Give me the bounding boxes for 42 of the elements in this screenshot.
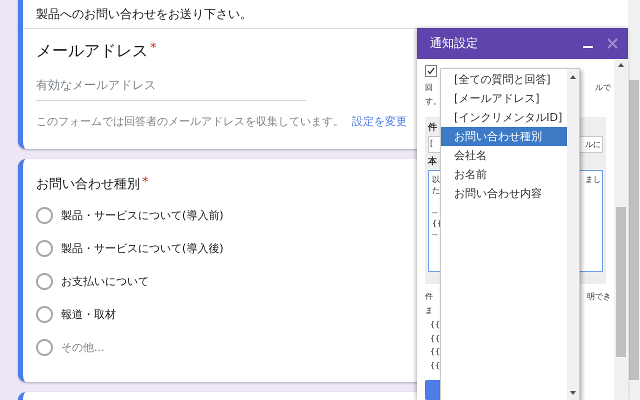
field-label: 件: [428, 122, 437, 134]
dropdown-item[interactable]: [全ての質問と回答]: [441, 70, 567, 89]
close-icon[interactable]: [607, 38, 618, 49]
required-mark: *: [142, 175, 148, 192]
placeholder-text: {{: [429, 360, 442, 372]
placeholder-text: {{: [429, 319, 442, 331]
dropdown-item[interactable]: お名前: [441, 165, 567, 184]
dropdown-item[interactable]: [インクリメンタルID]: [441, 108, 567, 127]
field-label: 本: [428, 155, 437, 168]
option-label: お支払いについて: [61, 274, 149, 289]
scrollbar[interactable]: [628, 0, 640, 400]
placeholder-text: {{: [429, 346, 442, 358]
question-title: メールアドレス: [36, 41, 148, 62]
option-label: その他...: [61, 340, 104, 355]
dropdown-item[interactable]: お問い合わせ種別: [441, 127, 567, 146]
option-label: 報道・取材: [61, 307, 116, 322]
text-fragment: 回: [425, 82, 433, 94]
radio-button[interactable]: [36, 207, 53, 224]
text-fragment: 件: [425, 291, 433, 303]
dropdown-item[interactable]: [メールアドレス]: [441, 89, 567, 108]
text-fragment: ま: [425, 305, 433, 317]
email-note: このフォームでは回答者のメールアドレスを収集しています。: [36, 114, 344, 129]
option-label: 製品・サービスについて(導入後): [61, 241, 224, 256]
text-fragment: 明でき: [587, 291, 611, 303]
text-fragment: す。: [425, 96, 441, 108]
scrollbar[interactable]: [567, 69, 579, 400]
checkbox[interactable]: [425, 65, 437, 77]
question-title: お問い合わせ種別: [36, 176, 140, 193]
radio-button[interactable]: [36, 240, 53, 257]
option-label: 製品・サービスについて(導入前): [61, 208, 224, 223]
dropdown-item[interactable]: お問い合わせ内容: [441, 184, 567, 203]
dropdown-item[interactable]: 会社名: [441, 146, 567, 165]
panel-title: 通知設定: [430, 35, 479, 52]
placeholder-text: {{: [429, 332, 442, 344]
scrollbar[interactable]: [614, 59, 628, 400]
radio-button[interactable]: [36, 339, 53, 356]
required-mark: *: [150, 41, 156, 58]
text-fragment: ルで: [595, 82, 611, 94]
radio-button[interactable]: [36, 273, 53, 290]
settings-link[interactable]: 設定を変更: [352, 114, 407, 129]
email-field[interactable]: 有効なメールアドレス: [36, 62, 306, 101]
radio-button[interactable]: [36, 306, 53, 323]
